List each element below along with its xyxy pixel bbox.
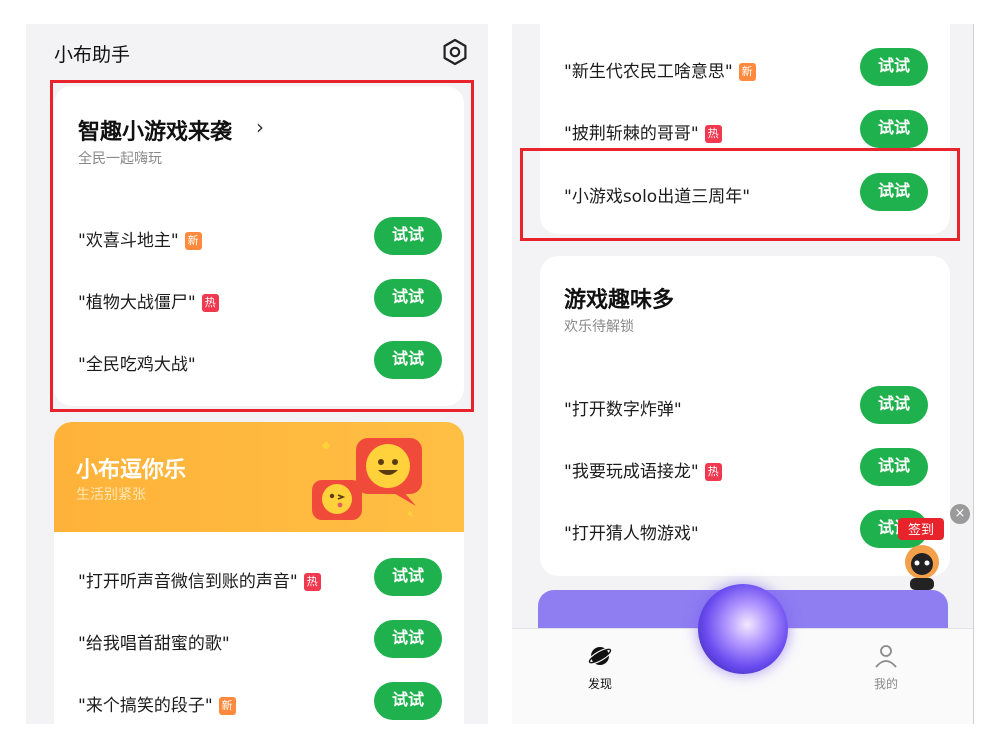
list-item: "披荆斩棘的哥哥" 热 试试 [540, 110, 950, 150]
item-text: "打开听声音微信到账的声音" [78, 572, 298, 592]
voice-assistant-button[interactable] [698, 584, 788, 674]
try-button[interactable]: 试试 [860, 48, 928, 86]
item-text: "我要玩成语接龙" [564, 462, 699, 482]
settings-icon[interactable] [441, 38, 469, 66]
divider [973, 24, 974, 724]
new-badge: 新 [738, 63, 756, 81]
item-text: "打开数字炸弹" [564, 400, 682, 420]
new-badge: 新 [218, 697, 236, 715]
checkin-mascot[interactable]: 签到 [894, 518, 956, 594]
games-card: 游戏趣味多 欢乐待解锁 "打开数字炸弹" 试试 "我要玩成语接龙" 热 试试 "打… [540, 256, 950, 576]
item-text: "披荆斩棘的哥哥" [564, 124, 699, 144]
list-item: "新生代农民工啥意思" 新 试试 [540, 48, 950, 88]
try-button[interactable]: 试试 [860, 386, 928, 424]
card-title: 游戏趣味多 [564, 288, 675, 313]
list-item: "给我唱首甜蜜的歌" 试试 [54, 620, 464, 660]
hot-badge: 热 [704, 463, 722, 481]
banner-subtitle: 生活别紧张 [76, 487, 146, 503]
try-button[interactable]: 试试 [374, 682, 442, 720]
mascot-icon: 签到 [898, 518, 944, 590]
nav-mine[interactable]: 我的 [856, 643, 916, 692]
highlight-box [50, 80, 474, 412]
try-button[interactable]: 试试 [374, 620, 442, 658]
try-button[interactable]: 试试 [860, 110, 928, 148]
top-bar: 小布助手 [26, 24, 488, 82]
banner-title: 小布逗你乐 [76, 458, 187, 483]
nav-discover[interactable]: 发现 [570, 643, 630, 692]
item-text: "给我唱首甜蜜的歌" [78, 634, 230, 654]
nav-mine-label: 我的 [873, 677, 898, 691]
nav-discover-label: 发现 [587, 677, 612, 691]
planet-icon [587, 647, 613, 665]
list-item: "来个搞笑的段子" 新 试试 [54, 682, 464, 722]
right-screen: "新生代农民工啥意思" 新 试试 "披荆斩棘的哥哥" 热 试试 "小游戏solo出道… [512, 24, 974, 724]
close-icon[interactable]: × [950, 504, 970, 524]
highlight-box [520, 148, 960, 241]
card-subtitle: 欢乐待解锁 [564, 319, 634, 335]
list-item: "我要玩成语接龙" 热 试试 [540, 448, 950, 488]
fun-banner[interactable]: 小布逗你乐 生活别紧张 [54, 422, 464, 532]
list-item: "打开数字炸弹" 试试 [540, 386, 950, 426]
list-item: "打开猜人物游戏" 试试 [540, 510, 950, 550]
try-button[interactable]: 试试 [374, 558, 442, 596]
item-text: "新生代农民工啥意思" [564, 62, 733, 82]
hot-badge: 热 [303, 573, 321, 591]
app-title: 小布助手 [54, 44, 131, 66]
user-icon [875, 645, 897, 668]
checkin-label: 签到 [908, 522, 934, 538]
item-text: "来个搞笑的段子" [78, 696, 213, 716]
hot-badge: 热 [704, 125, 722, 143]
item-text: "打开猜人物游戏" [564, 524, 699, 544]
jokes-card: "打开听声音微信到账的声音" 热 试试 "给我唱首甜蜜的歌" 试试 "来个搞笑的段… [54, 532, 464, 724]
try-button[interactable]: 试试 [860, 448, 928, 486]
left-screen: 小布助手 智趣小游戏来袭 › 全民一起嗨玩 "欢喜斗地主" 新 试试 "植物大战僵… [26, 24, 488, 724]
emoji-bubbles-icon [312, 438, 422, 520]
list-item: "打开听声音微信到账的声音" 热 试试 [54, 558, 464, 598]
